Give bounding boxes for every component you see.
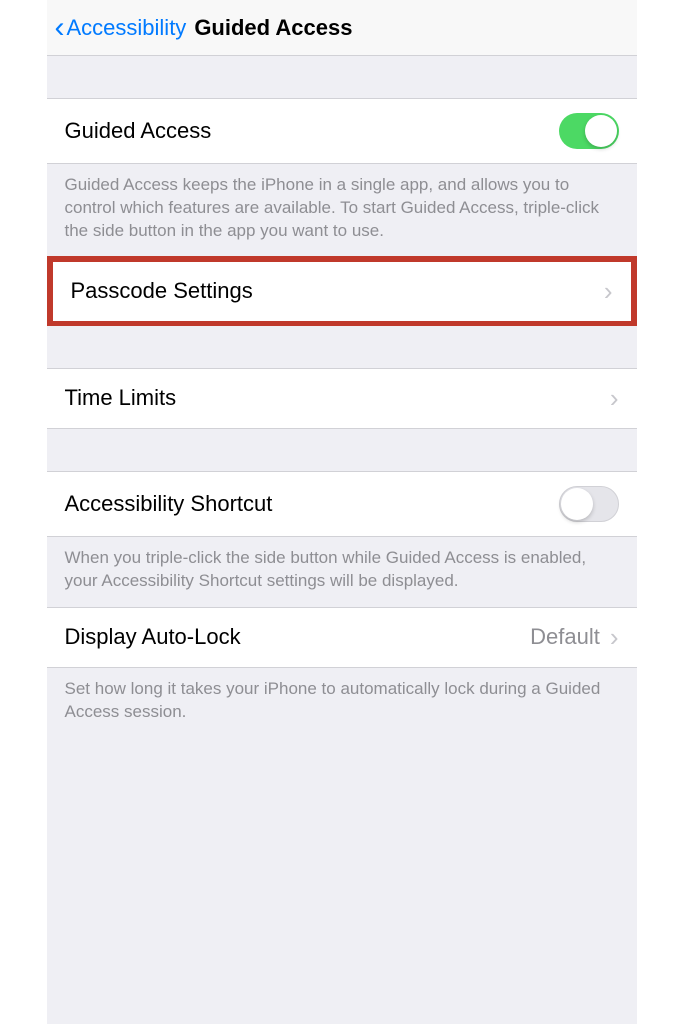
chevron-right-icon: › (604, 276, 613, 307)
toggle-knob (561, 488, 593, 520)
accessibility-shortcut-label: Accessibility Shortcut (65, 491, 273, 517)
display-auto-lock-value: Default (530, 624, 600, 650)
passcode-settings-highlight: Passcode Settings › (47, 256, 637, 327)
display-auto-lock-label: Display Auto-Lock (65, 624, 241, 650)
chevron-left-icon: ‹ (55, 13, 65, 43)
back-label: Accessibility (67, 15, 187, 41)
row-right-group: Default › (530, 622, 618, 653)
navigation-bar: ‹ Accessibility Guided Access (47, 0, 637, 56)
accessibility-shortcut-footer: When you triple-click the side button wh… (47, 537, 637, 607)
section-spacer (47, 429, 637, 471)
page-title: Guided Access (194, 15, 352, 41)
display-auto-lock-row[interactable]: Display Auto-Lock Default › (47, 607, 637, 668)
toggle-knob (585, 115, 617, 147)
time-limits-row[interactable]: Time Limits › (47, 368, 637, 429)
guided-access-row: Guided Access (47, 98, 637, 164)
chevron-right-icon: › (610, 383, 619, 414)
section-spacer (47, 56, 637, 98)
guided-access-label: Guided Access (65, 118, 212, 144)
passcode-settings-label: Passcode Settings (71, 278, 253, 304)
back-button[interactable]: ‹ Accessibility (55, 13, 187, 43)
time-limits-label: Time Limits (65, 385, 177, 411)
accessibility-shortcut-toggle[interactable] (559, 486, 619, 522)
passcode-settings-row[interactable]: Passcode Settings › (53, 262, 631, 321)
accessibility-shortcut-row: Accessibility Shortcut (47, 471, 637, 537)
section-spacer (47, 326, 637, 368)
chevron-right-icon: › (610, 622, 619, 653)
settings-screen: ‹ Accessibility Guided Access Guided Acc… (47, 0, 637, 1024)
guided-access-toggle[interactable] (559, 113, 619, 149)
display-auto-lock-footer: Set how long it takes your iPhone to aut… (47, 668, 637, 738)
guided-access-footer: Guided Access keeps the iPhone in a sing… (47, 164, 637, 257)
